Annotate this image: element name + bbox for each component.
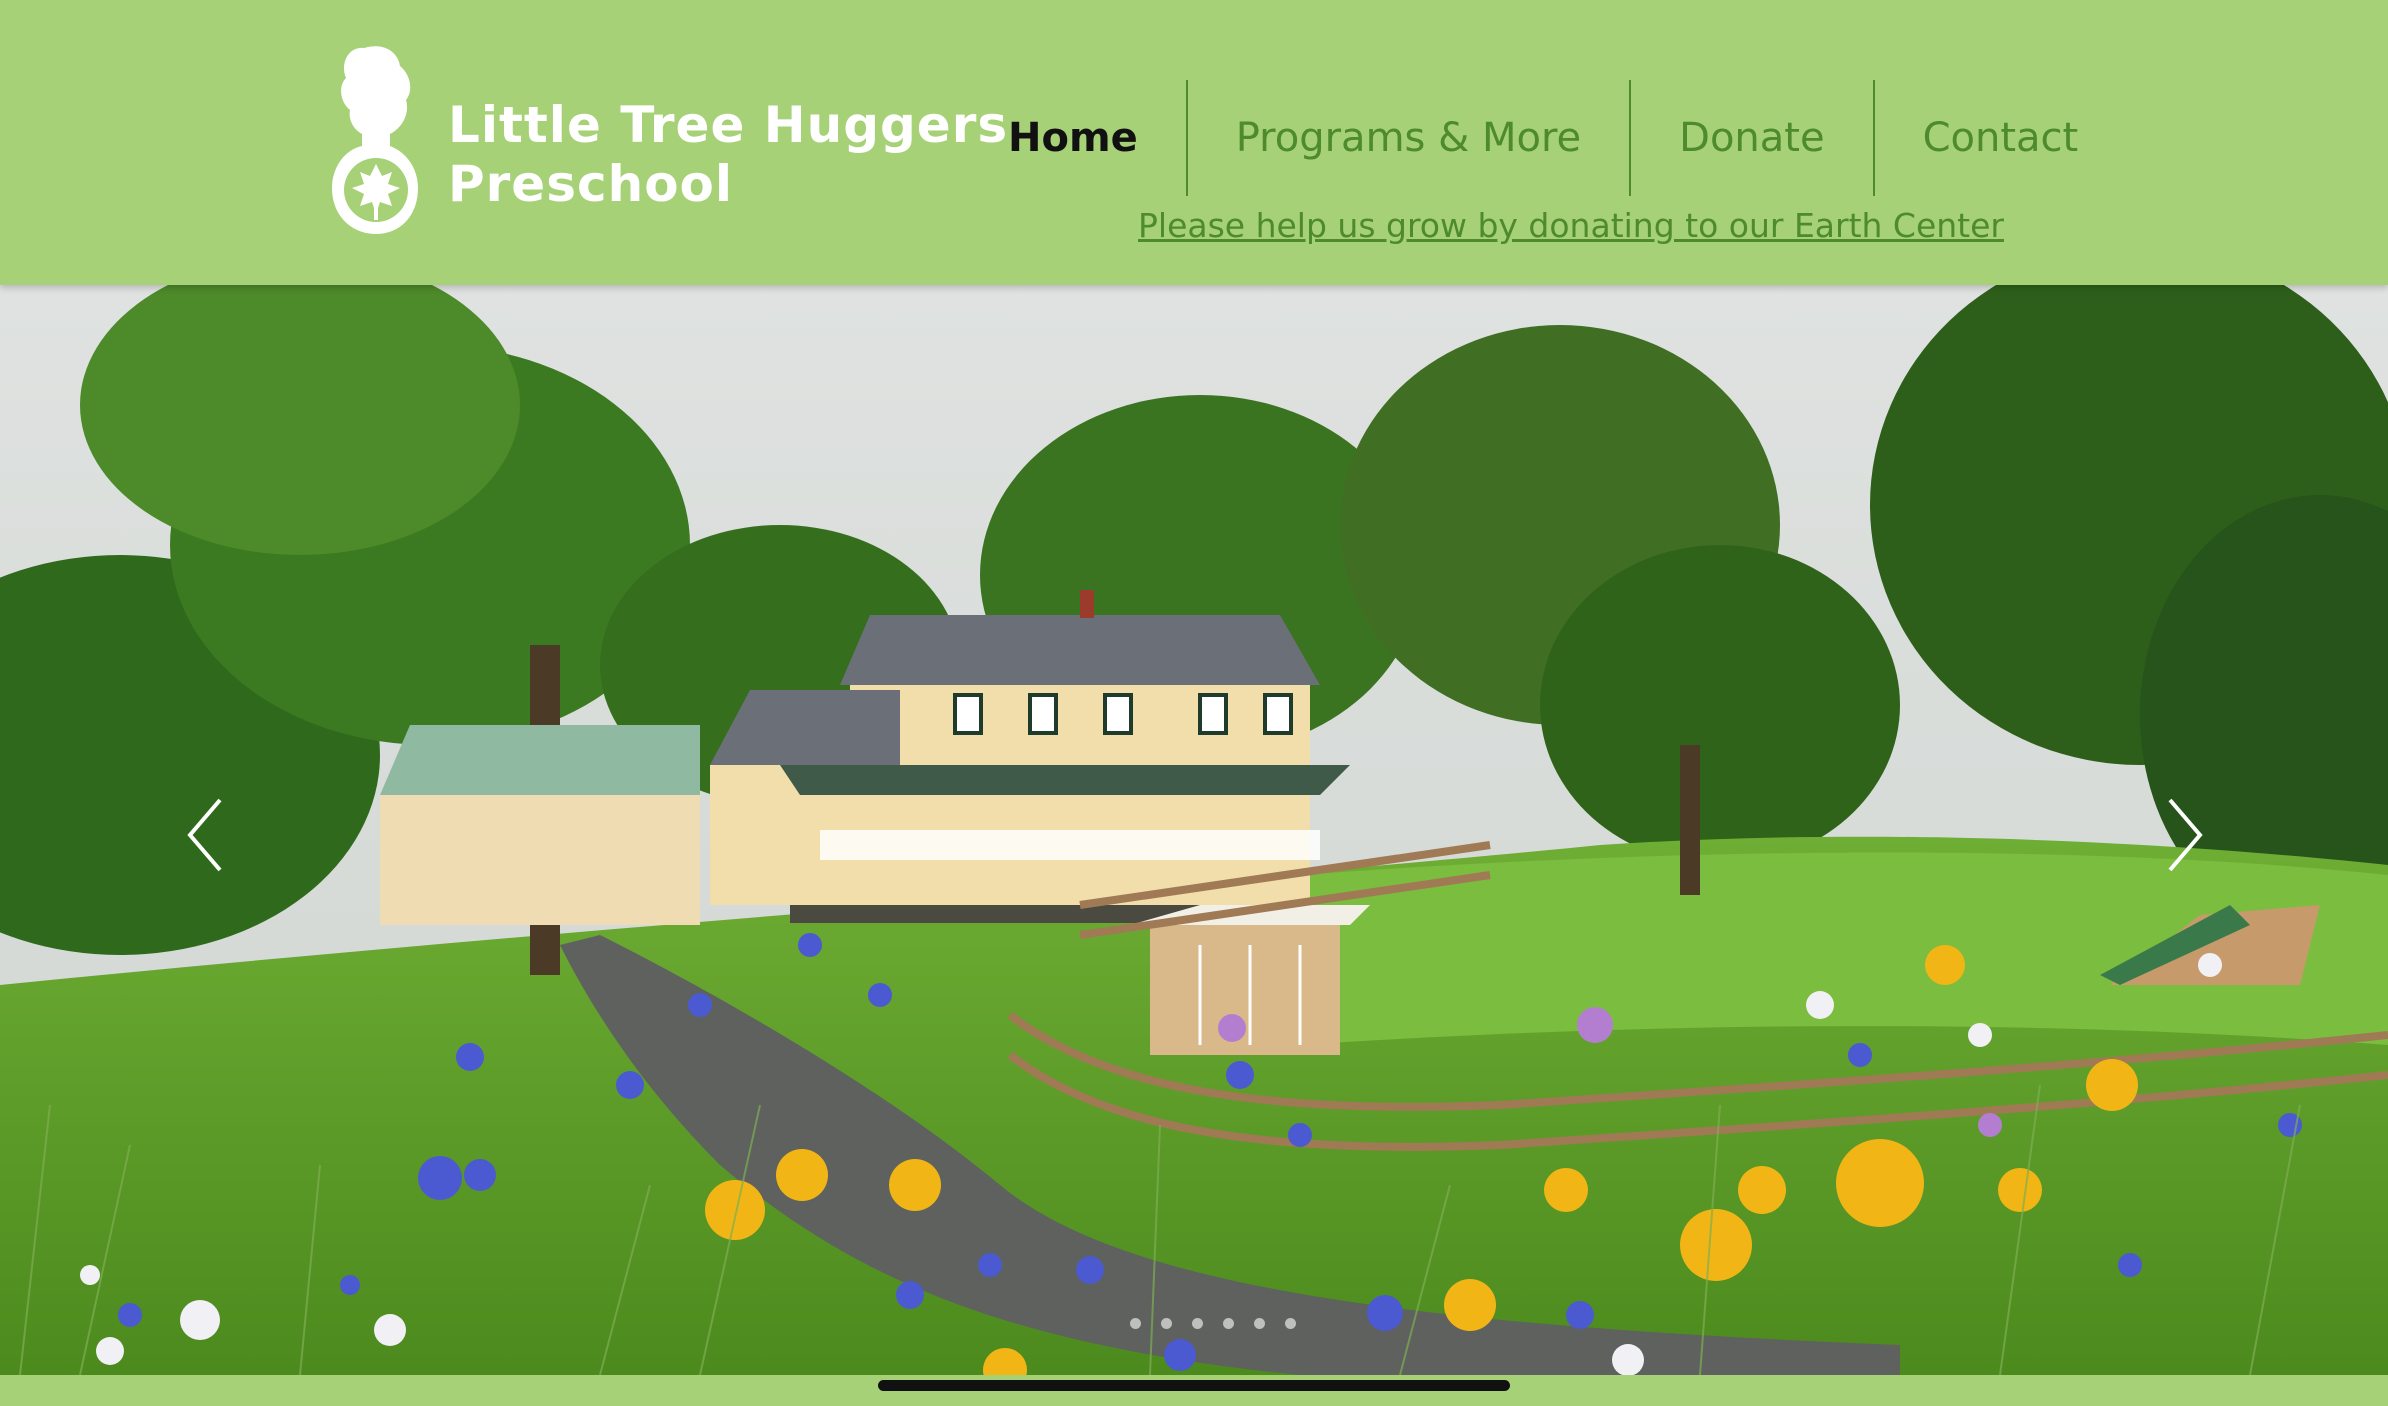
chevron-right-icon	[2168, 798, 2203, 872]
chevron-left-icon	[187, 798, 222, 872]
slideshow-next-button[interactable]	[2160, 790, 2210, 880]
brand-name-line1[interactable]: Little Tree Huggers	[448, 96, 1008, 154]
slide-dot[interactable]	[1223, 1318, 1234, 1329]
donate-banner-link[interactable]: Please help us grow by donating to our E…	[1138, 206, 2004, 245]
slide-dot[interactable]	[1130, 1318, 1141, 1329]
site-header: Little Tree Huggers Preschool Home Progr…	[0, 0, 2388, 285]
logo-icon[interactable]	[318, 38, 430, 238]
main-nav: Home Programs & More Donate Contact	[960, 80, 2126, 196]
nav-contact[interactable]: Contact	[1875, 80, 2127, 196]
nav-home[interactable]: Home	[960, 80, 1186, 196]
slide-dot[interactable]	[1254, 1318, 1265, 1329]
slide-dot[interactable]	[1285, 1318, 1296, 1329]
home-indicator-bar	[878, 1380, 1510, 1391]
slide-dot[interactable]	[1161, 1318, 1172, 1329]
slideshow-prev-button[interactable]	[180, 790, 230, 880]
farmhouse-with-wildflowers-photo	[0, 285, 2388, 1375]
nav-programs[interactable]: Programs & More	[1188, 80, 1629, 196]
slide-dot[interactable]	[1192, 1318, 1203, 1329]
hero-slideshow	[0, 285, 2388, 1375]
slideshow-pagination	[1130, 1318, 1296, 1329]
nav-donate[interactable]: Donate	[1631, 80, 1872, 196]
brand-name-line2[interactable]: Preschool	[448, 155, 733, 213]
